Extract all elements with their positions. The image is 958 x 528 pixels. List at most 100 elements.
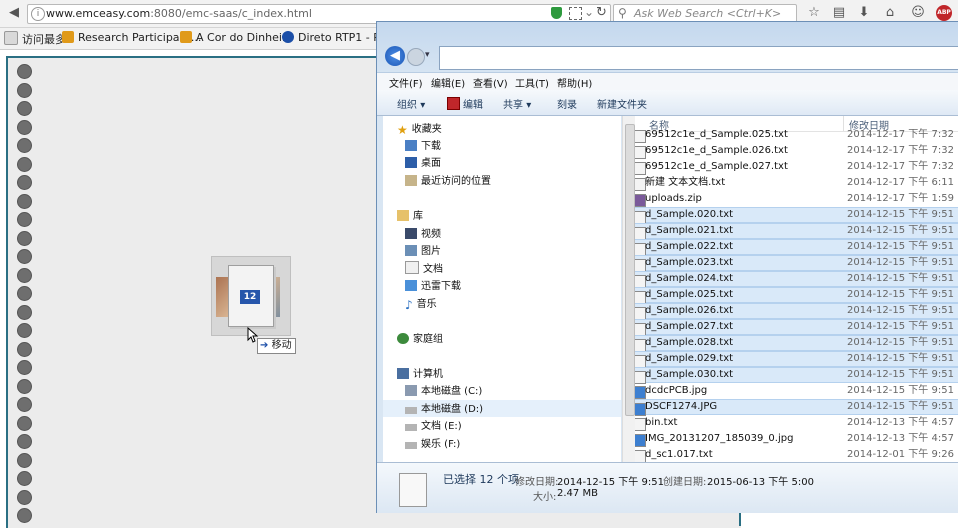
command-bar: 组织 ▾ 编辑 共享 ▾ 刻录 新建文件夹 — [377, 90, 958, 116]
menu-help[interactable]: 帮助(H) — [557, 75, 592, 90]
binder-ring — [17, 415, 32, 431]
nav-desktop[interactable]: 桌面 — [405, 155, 441, 172]
nav-downloads[interactable]: 下载 — [405, 138, 441, 155]
menu-tools[interactable]: 工具(T) — [515, 75, 549, 90]
nav-label: 音乐 — [416, 299, 437, 310]
drive-icon — [405, 407, 417, 414]
file-row[interactable]: dcdcPCB.jpg 2014-12-15 下午 9:51 — [635, 383, 958, 399]
multiple-files-icon — [399, 473, 427, 507]
nav-label: 桌面 — [421, 158, 441, 169]
home-icon[interactable]: ⌂ — [882, 5, 898, 21]
nav-label: 计算机 — [413, 369, 443, 380]
new-folder-button[interactable]: 新建文件夹 — [597, 96, 647, 111]
nav-disk-d[interactable]: 本地磁盘 (D:) — [405, 401, 483, 418]
file-date: 2014-12-17 下午 7:32 — [847, 145, 954, 156]
file-row[interactable]: d_Sample.029.txt 2014-12-15 下午 9:51 — [635, 351, 958, 368]
nav-homegroup[interactable]: 家庭组 — [397, 331, 443, 348]
nav-computer[interactable]: 计算机 — [397, 366, 443, 383]
file-row[interactable]: d_Sample.028.txt 2014-12-15 下午 9:51 — [635, 335, 958, 352]
burn-button[interactable]: 刻录 — [557, 96, 577, 111]
menu-view[interactable]: 查看(V) — [473, 75, 508, 90]
nav-disk-c[interactable]: 本地磁盘 (C:) — [405, 383, 482, 400]
binder-ring — [17, 101, 32, 116]
address-bar[interactable] — [439, 46, 958, 70]
nav-disk-e[interactable]: 文档 (E:) — [405, 418, 462, 435]
file-name: IMG_20131207_185039_0.jpg — [645, 433, 794, 444]
file-row[interactable]: d_Sample.022.txt 2014-12-15 下午 9:51 — [635, 239, 958, 256]
file-row[interactable]: d_Sample.027.txt 2014-12-15 下午 9:51 — [635, 319, 958, 336]
chat-icon[interactable]: ☺ — [910, 5, 926, 21]
folder-icon — [4, 31, 18, 45]
file-list[interactable]: 名称 修改日期 69512c1e_d_Sample.025.txt 2014-12… — [635, 116, 958, 462]
file-row[interactable]: d_Sample.023.txt 2014-12-15 下午 9:51 — [635, 255, 958, 272]
nav-favorites[interactable]: ★ 收藏夹 — [397, 121, 442, 138]
star-icon[interactable]: ☆ — [806, 5, 822, 21]
nav-music[interactable]: ♪ 音乐 — [405, 296, 437, 313]
share-button[interactable]: 共享 ▾ — [503, 96, 531, 111]
qr-code-icon[interactable] — [569, 7, 582, 20]
file-row[interactable]: bin.txt 2014-12-13 下午 4:57 — [635, 415, 958, 431]
back-icon[interactable]: ◀ — [6, 5, 22, 21]
file-row[interactable]: d_Sample.025.txt 2014-12-15 下午 9:51 — [635, 287, 958, 304]
drive-icon — [405, 442, 417, 449]
file-date: 2014-12-13 下午 4:57 — [847, 433, 954, 444]
nav-scrollbar[interactable] — [622, 116, 635, 462]
file-name: d_Sample.020.txt — [645, 209, 734, 220]
nav-label: 迅雷下载 — [421, 281, 461, 292]
file-row[interactable]: d_Sample.020.txt 2014-12-15 下午 9:51 — [635, 207, 958, 224]
binder-ring — [17, 508, 32, 523]
file-row[interactable]: DSCF1274.JPG 2014-12-15 下午 9:51 — [635, 399, 958, 416]
edit-label: 编辑 — [463, 100, 483, 111]
computer-icon — [397, 368, 409, 379]
edit-button[interactable]: 编辑 — [447, 96, 483, 111]
binder-ring — [17, 452, 32, 468]
file-row[interactable]: 69512c1e_d_Sample.025.txt 2014-12-17 下午 7… — [635, 127, 958, 143]
nav-label: 文档 (E:) — [421, 421, 462, 432]
file-row[interactable]: 新建 文本文档.txt 2014-12-17 下午 6:11 — [635, 175, 958, 191]
file-date: 2014-12-15 下午 9:51 — [847, 209, 954, 220]
file-row[interactable]: 69512c1e_d_Sample.026.txt 2014-12-17 下午 7… — [635, 143, 958, 159]
nav-documents[interactable]: 文档 — [405, 261, 443, 278]
forward-button[interactable] — [407, 48, 425, 66]
file-row[interactable]: d_Sample.024.txt 2014-12-15 下午 9:51 — [635, 271, 958, 288]
file-row[interactable]: IMG_20131207_185039_0.jpg 2014-12-13 下午 4… — [635, 431, 958, 447]
shield-icon[interactable] — [551, 7, 562, 19]
nav-libraries[interactable]: 库 — [397, 208, 423, 225]
file-date: 2014-12-17 下午 7:32 — [847, 129, 954, 140]
nav-label: 下载 — [421, 141, 441, 152]
created-label: 创建日期: — [663, 477, 707, 488]
details-pane: 已选择 12 个项 修改日期: 2014-12-15 下午 9:51 创建日期:… — [377, 462, 958, 513]
explorer-window[interactable]: ◀ ▾ 文件(F) 编辑(E) 查看(V) 工具(T) 帮助(H) 组织 ▾ 编… — [376, 21, 958, 513]
document-icon: 12 — [228, 265, 274, 327]
nav-scrollbar-thumb[interactable] — [625, 124, 635, 416]
menu-file[interactable]: 文件(F) — [389, 75, 423, 90]
nav-disk-f[interactable]: 娱乐 (F:) — [405, 436, 460, 453]
bookmark-cor-do-dinheiro[interactable]: A Cor do Dinheiro — [180, 31, 293, 44]
bookmark-most-visited[interactable]: 访问最多 — [4, 31, 66, 47]
dropdown-icon[interactable]: ⌄ — [584, 5, 594, 19]
file-name: d_Sample.021.txt — [645, 225, 734, 236]
file-row[interactable]: d_Sample.030.txt 2014-12-15 下午 9:51 — [635, 367, 958, 384]
menu-edit[interactable]: 编辑(E) — [431, 75, 465, 90]
adblock-icon[interactable]: ABP — [936, 5, 952, 21]
drag-ghost: 12 — [211, 256, 291, 336]
history-dropdown-icon[interactable]: ▾ — [425, 50, 430, 60]
file-date: 2014-12-17 下午 7:32 — [847, 161, 954, 172]
nav-videos[interactable]: 视频 — [405, 226, 441, 243]
file-row[interactable]: 69512c1e_d_Sample.027.txt 2014-12-17 下午 7… — [635, 159, 958, 175]
clipboard-icon[interactable]: ▤ — [831, 5, 847, 21]
nav-thunder[interactable]: 迅雷下载 — [405, 278, 461, 295]
download-icon[interactable]: ⬇ — [856, 5, 872, 21]
reload-icon[interactable]: ↻ — [596, 5, 607, 20]
nav-recent[interactable]: 最近访问的位置 — [405, 173, 491, 190]
back-button[interactable]: ◀ — [385, 46, 405, 66]
file-row[interactable]: d_Sample.021.txt 2014-12-15 下午 9:51 — [635, 223, 958, 240]
file-row[interactable]: d_Sample.026.txt 2014-12-15 下午 9:51 — [635, 303, 958, 320]
file-row[interactable]: uploads.zip 2014-12-17 下午 1:59 — [635, 191, 958, 207]
organize-button[interactable]: 组织 ▾ — [397, 96, 425, 111]
file-row[interactable]: d_sc1.017.txt 2014-12-01 下午 9:26 — [635, 447, 958, 462]
binder-ring — [17, 212, 32, 227]
file-date: 2014-12-15 下午 9:51 — [847, 321, 954, 332]
nav-pictures[interactable]: 图片 — [405, 243, 441, 260]
binder-ring — [17, 360, 32, 375]
